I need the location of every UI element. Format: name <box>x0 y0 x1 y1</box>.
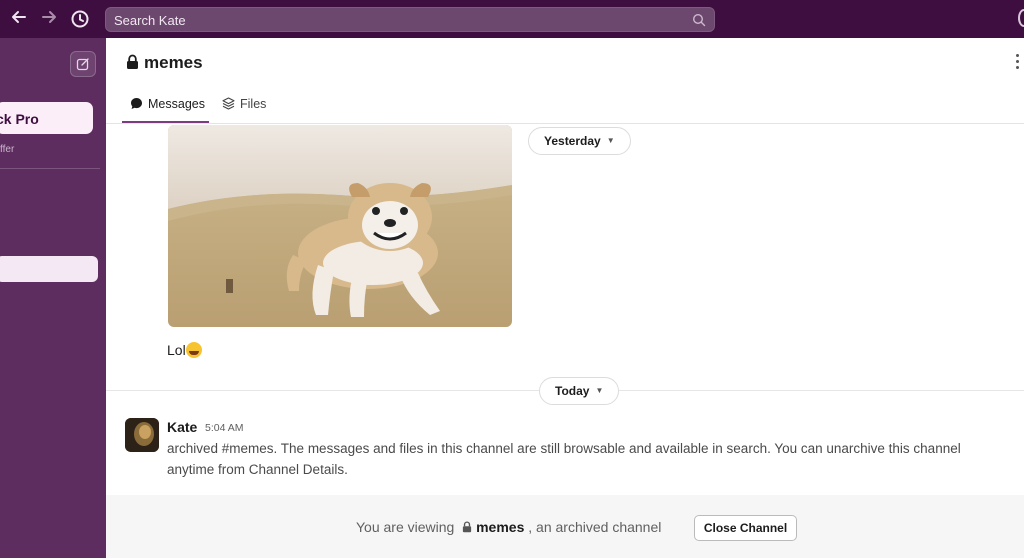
sidebar-divider <box>0 168 100 169</box>
offer-text: ffer <box>0 144 15 155</box>
chevron-down-icon: ▼ <box>595 386 604 395</box>
archived-banner-text: You are viewing memes , an archived chan… <box>356 519 661 535</box>
chevron-down-icon: ▼ <box>606 136 615 145</box>
history-clock-icon[interactable] <box>70 9 90 29</box>
top-bar: Search Kate <box>0 0 1024 38</box>
channel-title[interactable]: memes <box>144 53 203 73</box>
archived-channel-banner: You are viewing memes , an archived chan… <box>106 495 1024 558</box>
more-options-icon[interactable] <box>1016 54 1022 72</box>
search-placeholder: Search Kate <box>114 13 186 28</box>
date-pill-today[interactable]: Today ▼ <box>539 377 620 405</box>
layers-icon <box>222 97 235 110</box>
date-pill-yesterday[interactable]: Yesterday ▼ <box>528 127 631 155</box>
message-text: Lol <box>167 342 202 358</box>
help-icon[interactable] <box>1018 9 1024 27</box>
upgrade-pro-label: ck Pro <box>0 111 39 127</box>
archived-banner-suffix: , an archived channel <box>528 519 662 535</box>
sidebar: ck Pro ffer <box>0 38 106 558</box>
tab-files[interactable]: Files <box>222 97 266 111</box>
sidebar-item-selected[interactable] <box>0 256 98 282</box>
search-icon <box>692 13 706 27</box>
tab-messages-label: Messages <box>148 97 205 111</box>
message-timestamp[interactable]: 5:04 AM <box>205 422 244 434</box>
back-arrow-icon[interactable] <box>10 8 28 31</box>
compose-button[interactable] <box>70 51 96 77</box>
date-pill-yesterday-label: Yesterday <box>544 134 601 148</box>
archived-banner-channel: memes <box>476 519 525 535</box>
upgrade-pro-card[interactable]: ck Pro <box>0 102 93 134</box>
compose-icon <box>76 58 89 71</box>
message-body: archived #memes. The messages and files … <box>167 441 961 477</box>
close-channel-button[interactable]: Close Channel <box>694 515 797 541</box>
channel-header: memes <box>106 38 1024 88</box>
tab-messages[interactable]: Messages <box>130 97 205 111</box>
lock-icon <box>127 54 138 69</box>
archived-banner-prefix: You are viewing <box>356 519 455 535</box>
message-bubble-icon <box>131 98 142 109</box>
laughing-emoji-icon <box>185 342 202 358</box>
date-pill-today-label: Today <box>555 384 590 398</box>
avatar[interactable] <box>125 418 159 452</box>
channel-view: memes Messages Files Yesterday ▼ Lol Tod… <box>106 38 1024 558</box>
message-text-lol: Lol <box>167 342 186 358</box>
message-author[interactable]: Kate <box>167 419 197 435</box>
lock-icon <box>463 521 472 533</box>
channel-tabs: Messages Files <box>106 90 1024 124</box>
active-tab-indicator <box>122 121 209 123</box>
forward-arrow-icon[interactable] <box>40 8 58 31</box>
search-input[interactable]: Search Kate <box>105 7 715 32</box>
dog-gif[interactable] <box>168 125 512 327</box>
tab-files-label: Files <box>240 97 267 111</box>
